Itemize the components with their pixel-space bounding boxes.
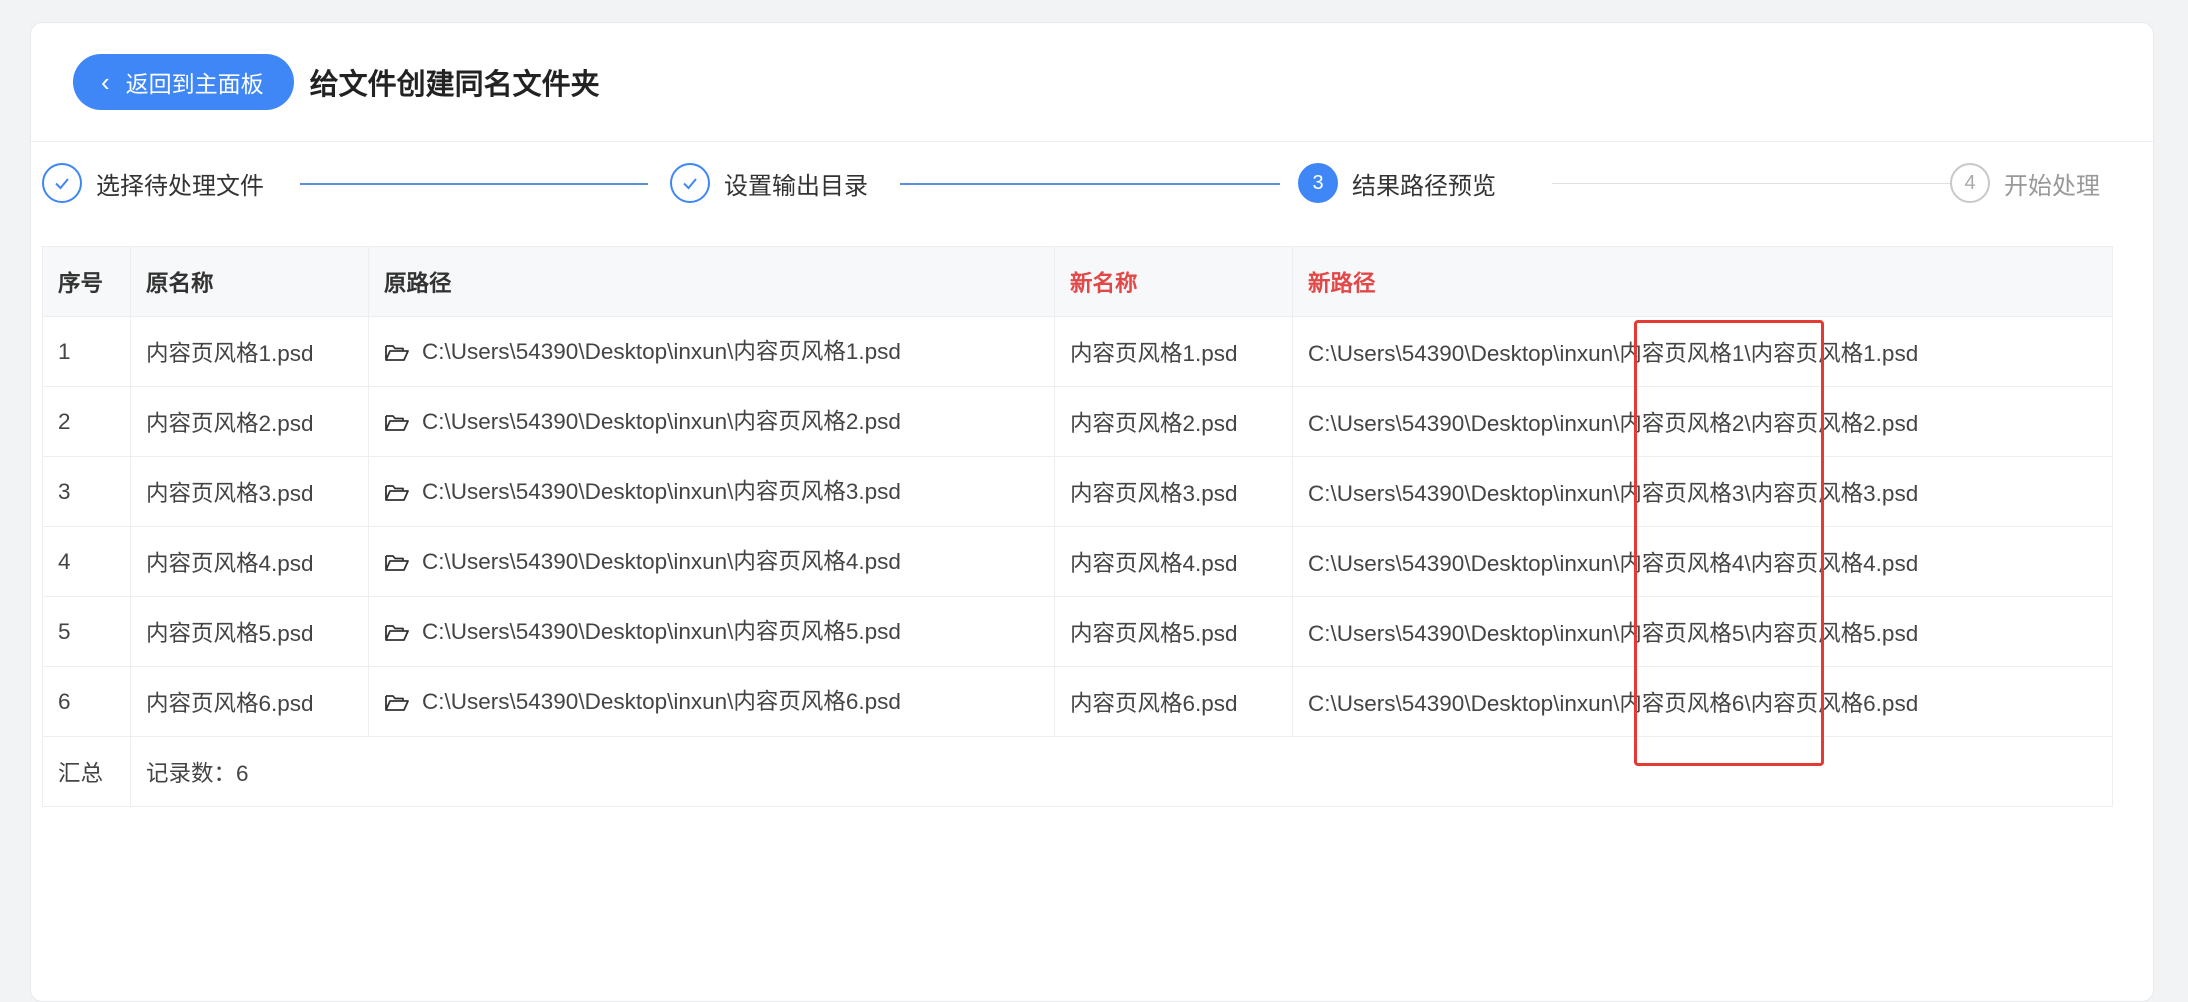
step-connector-1: [300, 183, 648, 185]
folder-open-icon[interactable]: [384, 553, 410, 579]
cell-index: 5: [42, 596, 131, 667]
cell-new-name: 内容页风格1.psd: [1054, 316, 1293, 387]
back-to-dashboard-button[interactable]: ‹ 返回到主面板: [73, 54, 294, 110]
step-1[interactable]: 选择待处理文件: [42, 158, 264, 208]
cell-orig-name: 内容页风格5.psd: [130, 596, 369, 667]
cell-new-name: 内容页风格2.psd: [1054, 386, 1293, 457]
header-new-path[interactable]: 新路径: [1292, 246, 2113, 317]
orig-path-text: C:\Users\54390\Desktop\inxun\内容页风格1.psd: [422, 339, 901, 364]
orig-path-text: C:\Users\54390\Desktop\inxun\内容页风格3.psd: [422, 479, 901, 504]
step-connector-2: [900, 183, 1280, 185]
back-button-label: 返回到主面板: [125, 71, 264, 97]
step-3-label: 结果路径预览: [1352, 172, 1496, 200]
cell-index: 2: [42, 386, 131, 457]
orig-path-text: C:\Users\54390\Desktop\inxun\内容页风格2.psd: [422, 409, 901, 434]
cell-orig-path: C:\Users\54390\Desktop\inxun\内容页风格2.psd: [368, 386, 1055, 457]
cell-orig-name: 内容页风格6.psd: [130, 666, 369, 737]
folder-open-icon[interactable]: [384, 413, 410, 439]
step-2-label: 设置输出目录: [724, 172, 868, 200]
table-header-row: 序号 原名称 原路径 新名称 新路径: [42, 246, 2113, 317]
step-4-number: 4: [1950, 163, 1990, 203]
step-4-label: 开始处理: [2004, 172, 2100, 200]
check-icon: [42, 163, 82, 203]
cell-new-name: 内容页风格3.psd: [1054, 456, 1293, 527]
chevron-left-icon: ‹: [101, 67, 110, 97]
header-orig-path[interactable]: 原路径: [368, 246, 1055, 317]
folder-open-icon[interactable]: [384, 693, 410, 719]
cell-orig-path: C:\Users\54390\Desktop\inxun\内容页风格5.psd: [368, 596, 1055, 667]
orig-path-text: C:\Users\54390\Desktop\inxun\内容页风格5.psd: [422, 619, 901, 644]
cell-orig-name: 内容页风格4.psd: [130, 526, 369, 597]
cell-index: 6: [42, 666, 131, 737]
cell-orig-path: C:\Users\54390\Desktop\inxun\内容页风格4.psd: [368, 526, 1055, 597]
cell-new-name: 内容页风格6.psd: [1054, 666, 1293, 737]
cell-index: 1: [42, 316, 131, 387]
folder-open-icon[interactable]: [384, 483, 410, 509]
step-3[interactable]: 3 结果路径预览: [1298, 158, 1496, 208]
header-index[interactable]: 序号: [42, 246, 131, 317]
step-connector-3: [1552, 183, 1952, 184]
step-2[interactable]: 设置输出目录: [670, 158, 868, 208]
check-icon: [670, 163, 710, 203]
cell-orig-path: C:\Users\54390\Desktop\inxun\内容页风格6.psd: [368, 666, 1055, 737]
highlight-annotation-box: [1634, 320, 1824, 766]
orig-path-text: C:\Users\54390\Desktop\inxun\内容页风格6.psd: [422, 689, 901, 714]
cell-new-name: 内容页风格5.psd: [1054, 596, 1293, 667]
step-4[interactable]: 4 开始处理: [1950, 158, 2100, 208]
cell-orig-name: 内容页风格1.psd: [130, 316, 369, 387]
cell-index: 3: [42, 456, 131, 527]
cell-orig-path: C:\Users\54390\Desktop\inxun\内容页风格3.psd: [368, 456, 1055, 527]
cell-orig-name: 内容页风格2.psd: [130, 386, 369, 457]
cell-new-name: 内容页风格4.psd: [1054, 526, 1293, 597]
step-3-number: 3: [1298, 163, 1338, 203]
header-orig-name[interactable]: 原名称: [130, 246, 369, 317]
stepper: 选择待处理文件 设置输出目录 3 结果路径预览 4 开始处理: [42, 158, 2112, 208]
header-new-name[interactable]: 新名称: [1054, 246, 1293, 317]
cell-index: 4: [42, 526, 131, 597]
header: ‹ 返回到主面板 给文件创建同名文件夹: [31, 23, 2153, 142]
step-1-label: 选择待处理文件: [96, 172, 264, 200]
orig-path-text: C:\Users\54390\Desktop\inxun\内容页风格4.psd: [422, 549, 901, 574]
cell-orig-path: C:\Users\54390\Desktop\inxun\内容页风格1.psd: [368, 316, 1055, 387]
summary-label: 汇总: [42, 736, 131, 807]
page-title: 给文件创建同名文件夹: [309, 69, 600, 101]
folder-open-icon[interactable]: [384, 623, 410, 649]
folder-open-icon[interactable]: [384, 343, 410, 369]
cell-orig-name: 内容页风格3.psd: [130, 456, 369, 527]
